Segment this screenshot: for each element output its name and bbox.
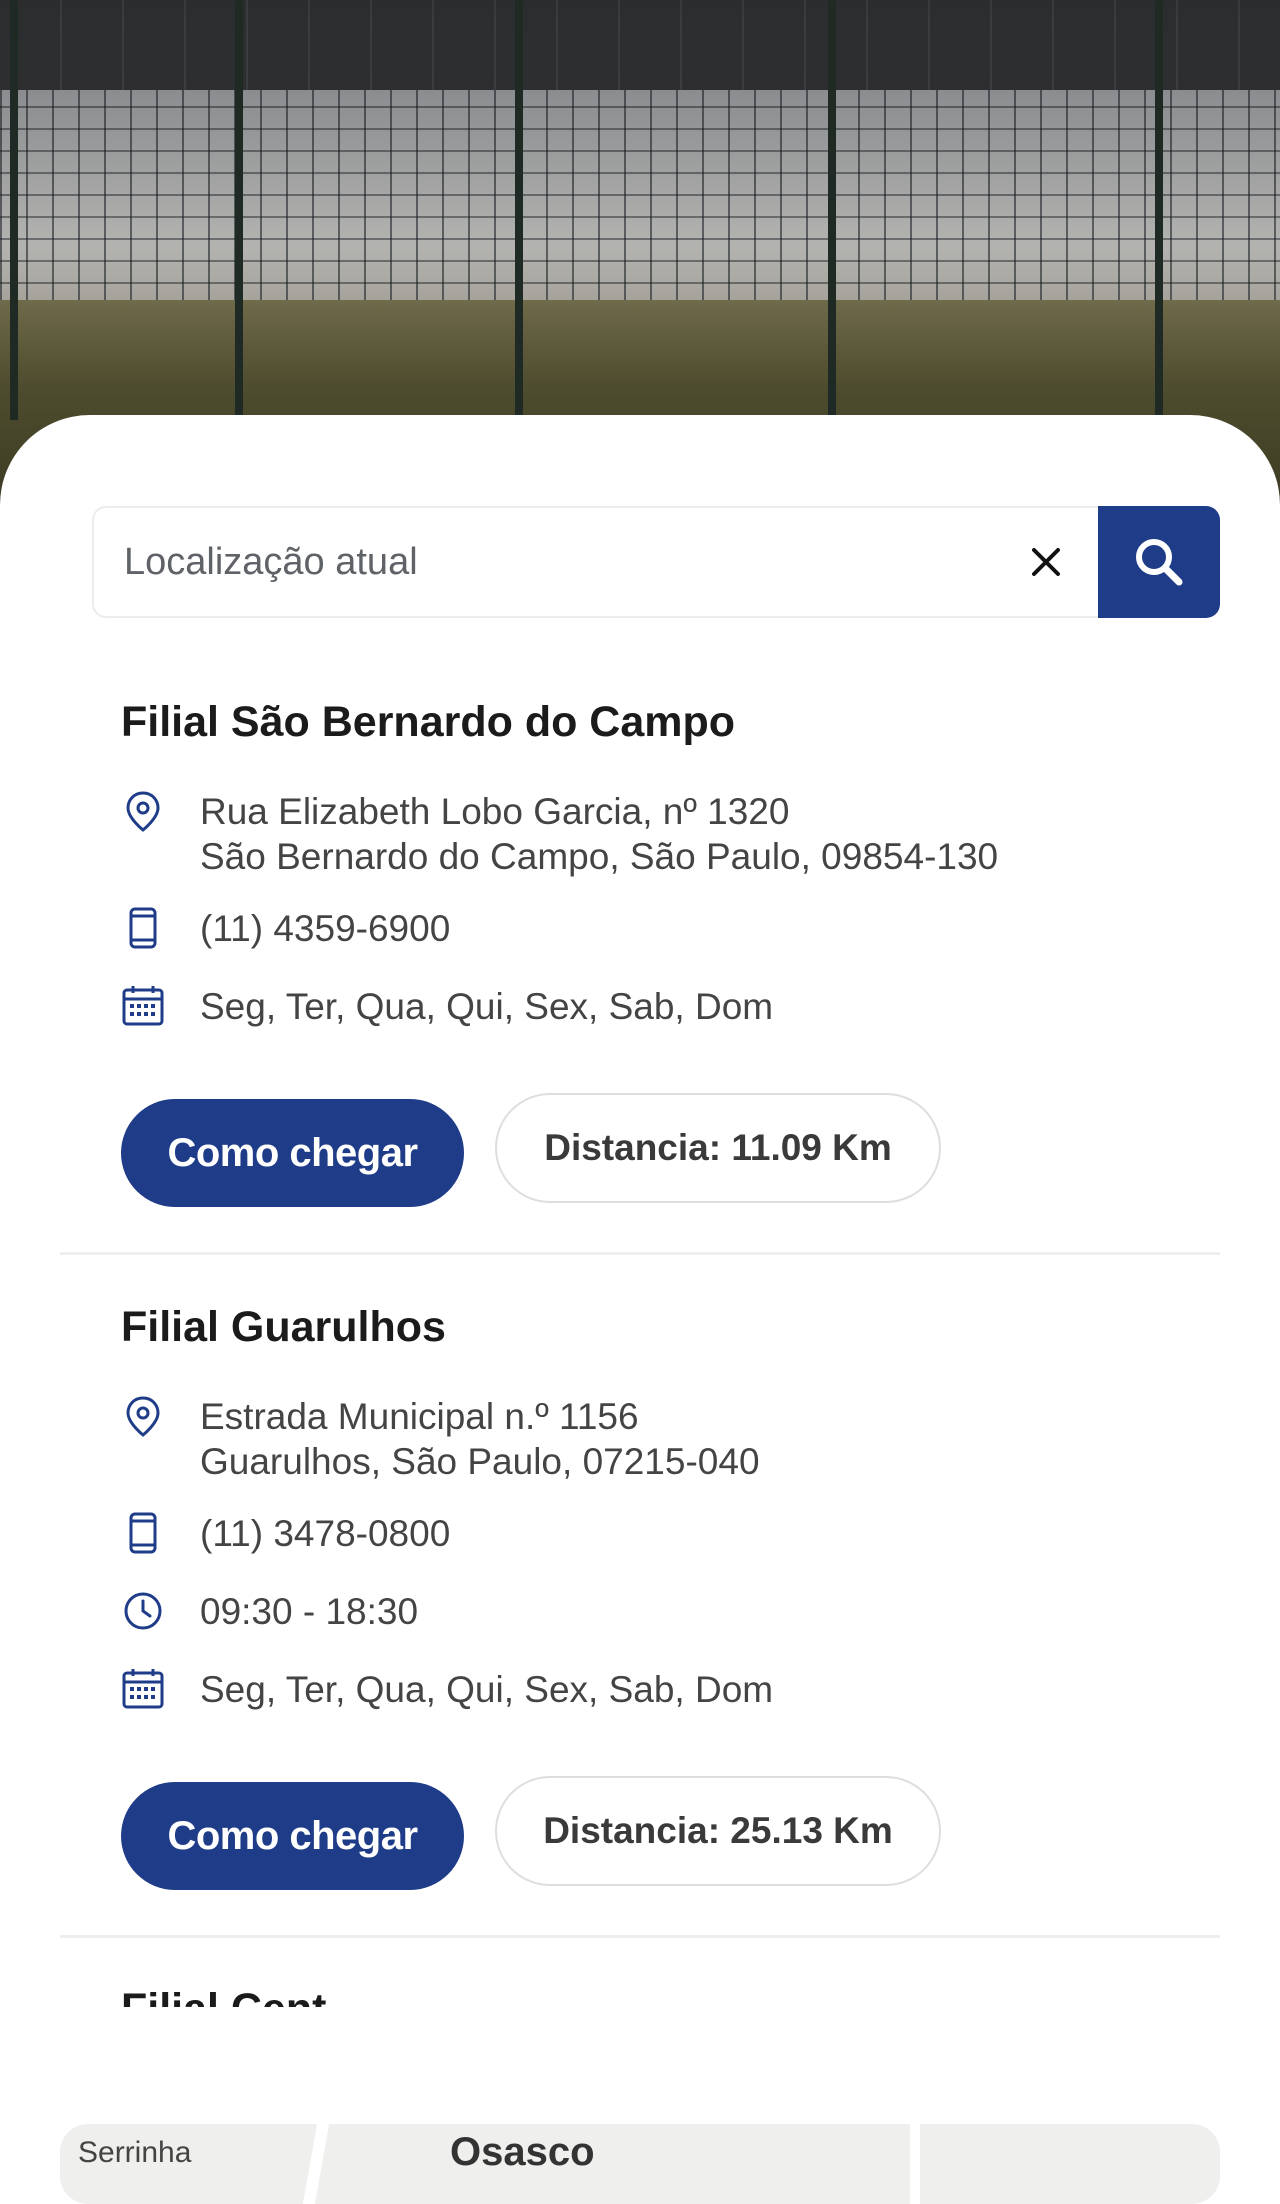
fence-post <box>828 0 836 420</box>
distance-badge: Distancia: 11.09 Km <box>495 1093 941 1203</box>
search-button[interactable] <box>1098 506 1220 618</box>
distance-badge: Distancia: 25.13 Km <box>495 1776 941 1886</box>
opening-days: Seg, Ter, Qua, Qui, Sex, Sab, Dom <box>200 986 774 1027</box>
address-row: Rua Elizabeth Lobo Garcia, nº 1320 São B… <box>121 789 998 879</box>
calendar-icon <box>121 984 165 1028</box>
hours-row: 09:30 - 18:30 <box>121 1589 418 1634</box>
divider <box>60 1935 1220 1938</box>
location-pin-icon <box>121 1394 165 1438</box>
phone-number[interactable]: (11) 4359-6900 <box>200 906 450 951</box>
search-input[interactable]: Localização atual <box>124 508 418 616</box>
address-line: São Bernardo do Campo, São Paulo, 09854-… <box>200 836 999 877</box>
address-line: Guarulhos, São Paulo, 07215-040 <box>200 1441 760 1482</box>
phone-number[interactable]: (11) 3478-0800 <box>200 1511 450 1556</box>
phone-icon <box>121 1511 165 1555</box>
branch-title-partial: Filial Cent <box>121 1985 326 2007</box>
search-icon <box>1136 539 1183 586</box>
map-label: Osasco <box>450 2130 595 2174</box>
calendar-icon <box>121 1667 165 1711</box>
fence-post <box>1155 0 1163 420</box>
days-row: Seg, Ter, Qua, Qui, Sex, Sab, Dom <box>121 984 773 1029</box>
opening-days: Seg, Ter, Qua, Qui, Sex, Sab, Dom <box>200 1669 774 1710</box>
days-row: Seg, Ter, Qua, Qui, Sex, Sab, Dom <box>121 1667 773 1712</box>
fence-post <box>235 0 243 420</box>
address-line: Rua Elizabeth Lobo Garcia, nº 1320 <box>200 791 790 832</box>
map-preview[interactable]: Serrinha Osasco <box>60 2124 1220 2204</box>
close-icon[interactable] <box>1024 540 1068 584</box>
phone-row: (11) 3478-0800 <box>121 1511 450 1556</box>
branch-title: Filial São Bernardo do Campo <box>121 698 736 746</box>
branch-title: Filial Guarulhos <box>121 1303 446 1351</box>
fence-post <box>515 0 523 420</box>
location-search: Localização atual <box>92 506 1220 618</box>
opening-hours: 09:30 - 18:30 <box>200 1591 419 1632</box>
location-pin-icon <box>121 789 165 833</box>
content-sheet <box>0 415 1280 2160</box>
divider <box>60 1252 1220 1255</box>
map-label: Serrinha <box>78 2136 192 2169</box>
phone-icon <box>121 906 165 950</box>
fence-post <box>10 0 18 420</box>
phone-row: (11) 4359-6900 <box>121 906 450 951</box>
address-line: Estrada Municipal n.º 1156 <box>200 1396 639 1437</box>
address-row: Estrada Municipal n.º 1156 Guarulhos, Sã… <box>121 1394 760 1484</box>
directions-button[interactable]: Como chegar <box>121 1099 464 1207</box>
clock-icon <box>121 1589 165 1633</box>
directions-button[interactable]: Como chegar <box>121 1782 464 1890</box>
